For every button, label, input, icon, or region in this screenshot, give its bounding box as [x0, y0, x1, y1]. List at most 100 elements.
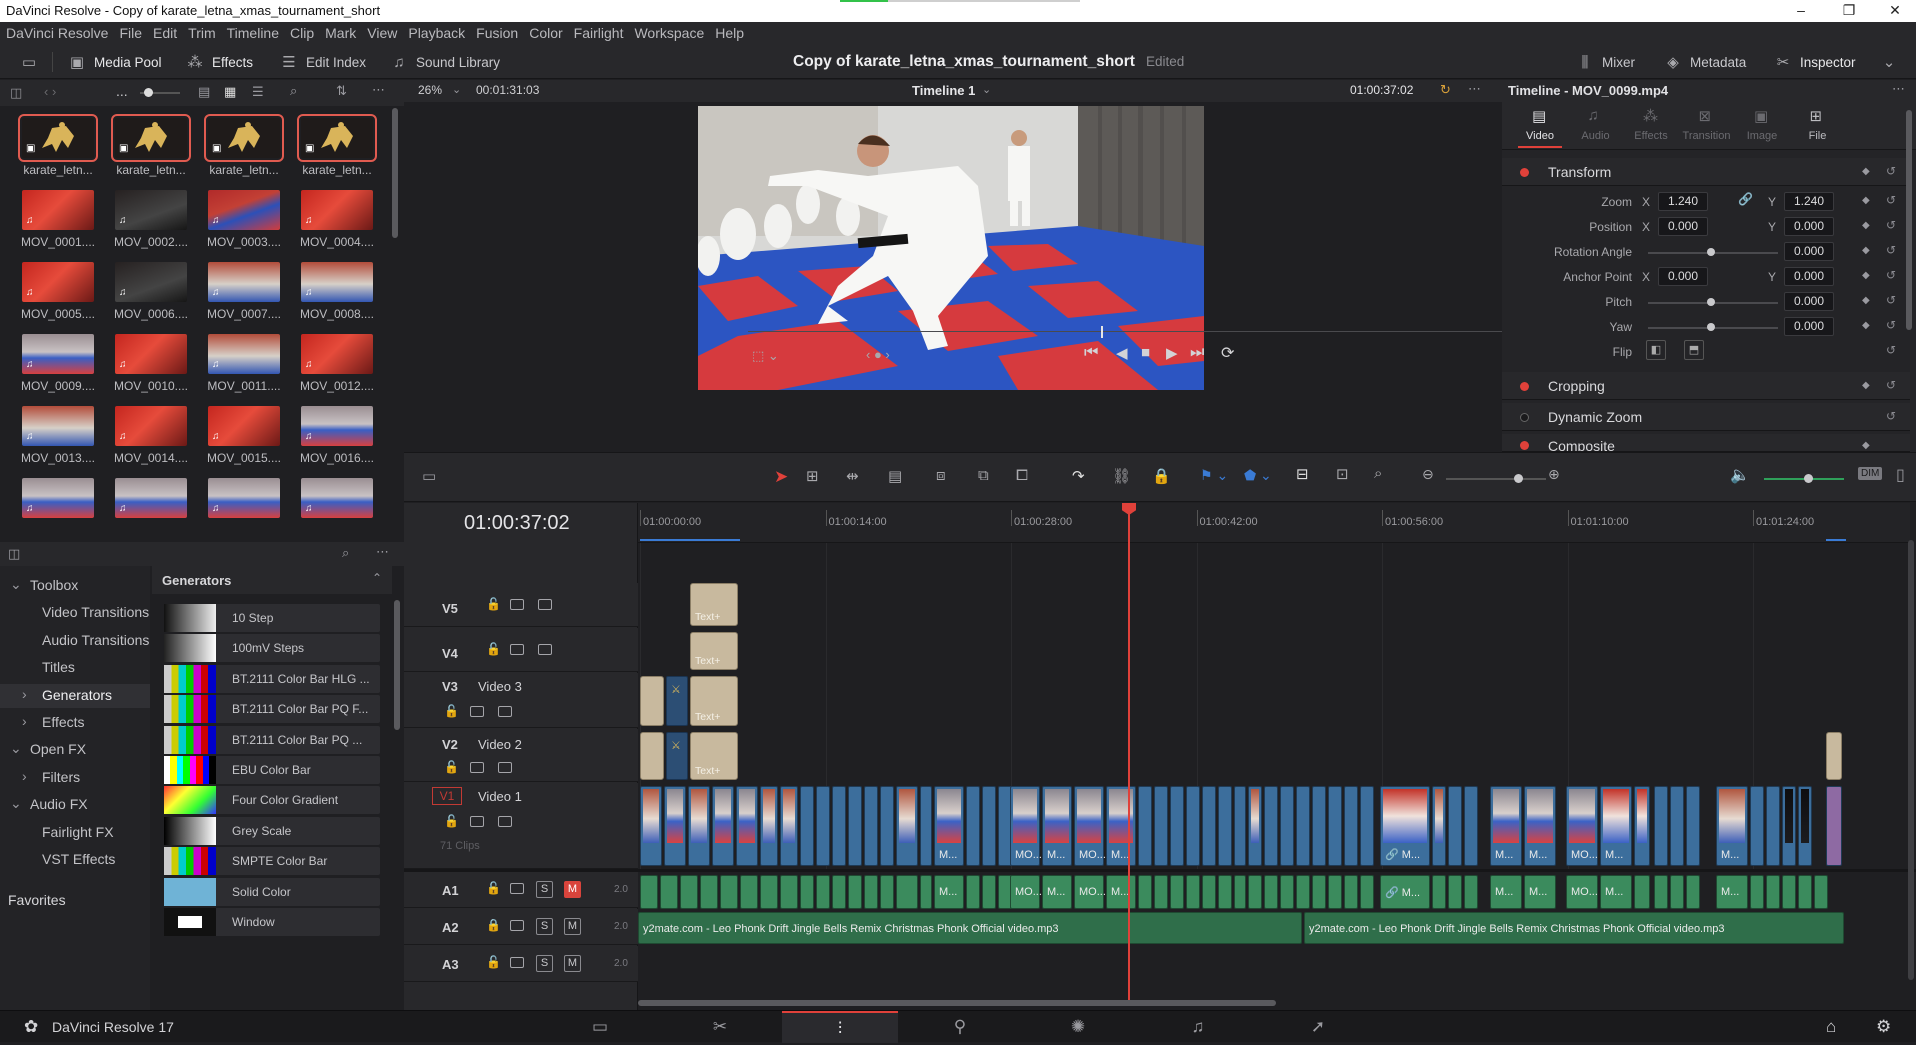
media-clip-thumbnail[interactable]: ♫ [22, 478, 94, 518]
lock-icon[interactable]: 🔓 [444, 814, 459, 828]
search-icon[interactable]: ⌕ [342, 545, 349, 561]
insert-clip-icon[interactable]: ⧈ [936, 467, 946, 484]
reset-icon[interactable]: ↺ [1886, 318, 1896, 332]
blade-tool-icon[interactable]: ▤ [888, 467, 902, 485]
reset-icon[interactable]: ↺ [1886, 193, 1896, 207]
video-clip[interactable]: 🔗 M... [1380, 786, 1430, 866]
media-clip-thumbnail[interactable]: ♫ [22, 406, 94, 446]
keyframe-icon[interactable]: ◆ [1862, 295, 1870, 306]
video-clip[interactable] [1360, 786, 1374, 866]
custom-zoom-icon[interactable]: ⌕ [1374, 465, 1382, 482]
pitch-knob[interactable] [1707, 298, 1715, 306]
grid-view-icon[interactable]: ▦ [224, 84, 236, 100]
keyframe-icon[interactable]: ◆ [1862, 220, 1870, 231]
anchor-y-field[interactable]: 0.000 [1784, 267, 1834, 286]
track-visibility-icon[interactable] [538, 599, 552, 610]
generator-item[interactable]: BT.2111 Color Bar PQ F... [164, 695, 380, 724]
lock-icon[interactable]: 🔓 [486, 881, 501, 895]
generators-scrollbar[interactable] [394, 600, 400, 730]
video-clip[interactable]: ⚔ [666, 732, 688, 780]
gear-icon[interactable]: ⚙ [1876, 1017, 1891, 1037]
auto-select-icon[interactable] [510, 644, 524, 655]
lock-icon[interactable]: 🔒 [486, 918, 501, 932]
replace-clip-icon[interactable]: ⧠ [1016, 467, 1028, 484]
menu-trim[interactable]: Trim [182, 22, 220, 42]
linked-selection-icon[interactable]: ⛓ [1112, 467, 1131, 485]
rotation-knob[interactable] [1707, 248, 1715, 256]
audio-clip[interactable] [1138, 875, 1152, 909]
home-icon[interactable]: ⌂ [1826, 1017, 1836, 1037]
media-clip-thumbnail[interactable]: ♫ [301, 406, 373, 446]
audio-clip[interactable] [1280, 875, 1294, 909]
dim-button[interactable]: DIM [1858, 467, 1883, 480]
audio-clip[interactable] [1814, 875, 1828, 909]
auto-select-icon[interactable] [470, 762, 484, 773]
track-visibility-icon[interactable] [538, 644, 552, 655]
chevron-right-icon[interactable]: › [22, 768, 27, 784]
audio-clip[interactable]: MO... [1010, 875, 1042, 909]
audio-clip[interactable] [1234, 875, 1246, 909]
video-clip[interactable]: M... [1490, 786, 1522, 866]
inspector-tab-effects[interactable]: ⁂ Effects [1625, 104, 1677, 148]
auto-select-icon[interactable] [510, 957, 524, 968]
menu-timeline[interactable]: Timeline [221, 22, 284, 42]
media-pool-scrollbar[interactable] [392, 108, 398, 238]
video-clip[interactable] [1154, 786, 1168, 866]
media-clip-thumbnail[interactable]: ♫ [208, 478, 280, 518]
audio-clip[interactable] [1634, 875, 1650, 909]
audio-clip[interactable] [1344, 875, 1358, 909]
timeline-view-options-icon[interactable]: ▭ [422, 467, 436, 485]
audio-clip[interactable] [780, 875, 798, 909]
page-color-icon[interactable]: ✺ [1020, 1011, 1136, 1043]
yaw-knob[interactable] [1707, 323, 1715, 331]
video-clip[interactable] [664, 786, 686, 866]
audio-clip[interactable] [660, 875, 678, 909]
close-button[interactable]: ✕ [1872, 0, 1916, 22]
chevron-down-icon[interactable]: ⌄ [10, 740, 22, 757]
collapse-icon[interactable]: ⌃ [372, 571, 382, 585]
generator-item[interactable]: BT.2111 Color Bar HLG ... [164, 664, 380, 693]
toolbox-item[interactable]: › Filters [0, 766, 150, 790]
search-icon[interactable]: ⌕ [290, 83, 297, 99]
audio-clip[interactable] [700, 875, 718, 909]
toolbox-item[interactable]: ⌄ Open FX [0, 738, 150, 762]
keyframe-icon[interactable]: ◆ [1862, 320, 1870, 331]
media-clip-thumbnail[interactable]: ▣ [204, 114, 284, 162]
sort-icon[interactable]: ⇅ [336, 83, 347, 99]
video-clip[interactable] [712, 786, 734, 866]
zoom-level[interactable]: 26% [418, 83, 442, 97]
audio-clip[interactable]: MO... [1566, 875, 1598, 909]
reset-icon[interactable]: ↺ [1886, 218, 1896, 232]
audio-clip[interactable]: M... [934, 875, 964, 909]
enable-dot[interactable] [1520, 382, 1529, 391]
menu-fusion[interactable]: Fusion [470, 22, 523, 42]
audio-clip[interactable] [920, 875, 932, 909]
video-clip[interactable] [800, 786, 814, 866]
video-clip[interactable]: MO... [1010, 786, 1042, 866]
audio-clip[interactable] [640, 875, 658, 909]
track-title-v3[interactable]: Video 3 [478, 679, 522, 694]
menu-view[interactable]: View [361, 22, 402, 42]
track-title-v1[interactable]: Video 1 [478, 789, 522, 804]
toolbox-item[interactable]: ⌄ Toolbox [0, 574, 150, 598]
timeline-zoom-knob[interactable] [1514, 474, 1523, 483]
lock-icon[interactable]: 🔓 [444, 760, 459, 774]
media-clip-thumbnail[interactable]: ♫ [115, 406, 187, 446]
page-edit-icon[interactable]: ⫶ [782, 1011, 898, 1043]
audio-clip[interactable] [1432, 875, 1446, 909]
audio-clip[interactable] [1360, 875, 1374, 909]
generator-item[interactable]: Solid Color [164, 877, 380, 906]
audio-clip[interactable] [760, 875, 778, 909]
video-clip[interactable] [1750, 786, 1764, 866]
media-clip-thumbnail[interactable]: ♫ [22, 262, 94, 302]
video-clip[interactable] [816, 786, 830, 866]
media-clip-thumbnail[interactable]: ♫ [208, 406, 280, 446]
flip-vertical-icon[interactable]: ⬒ [1684, 340, 1704, 360]
overwrite-clip-icon[interactable]: ⧉ [978, 467, 989, 484]
audio-clip[interactable] [1312, 875, 1326, 909]
audio-clip[interactable] [1782, 875, 1796, 909]
media-clip-thumbnail[interactable]: ▣ [297, 114, 377, 162]
video-clip[interactable]: ⚔ [666, 676, 688, 726]
video-clip[interactable] [920, 786, 932, 866]
position-x-field[interactable]: 0.000 [1658, 217, 1708, 236]
